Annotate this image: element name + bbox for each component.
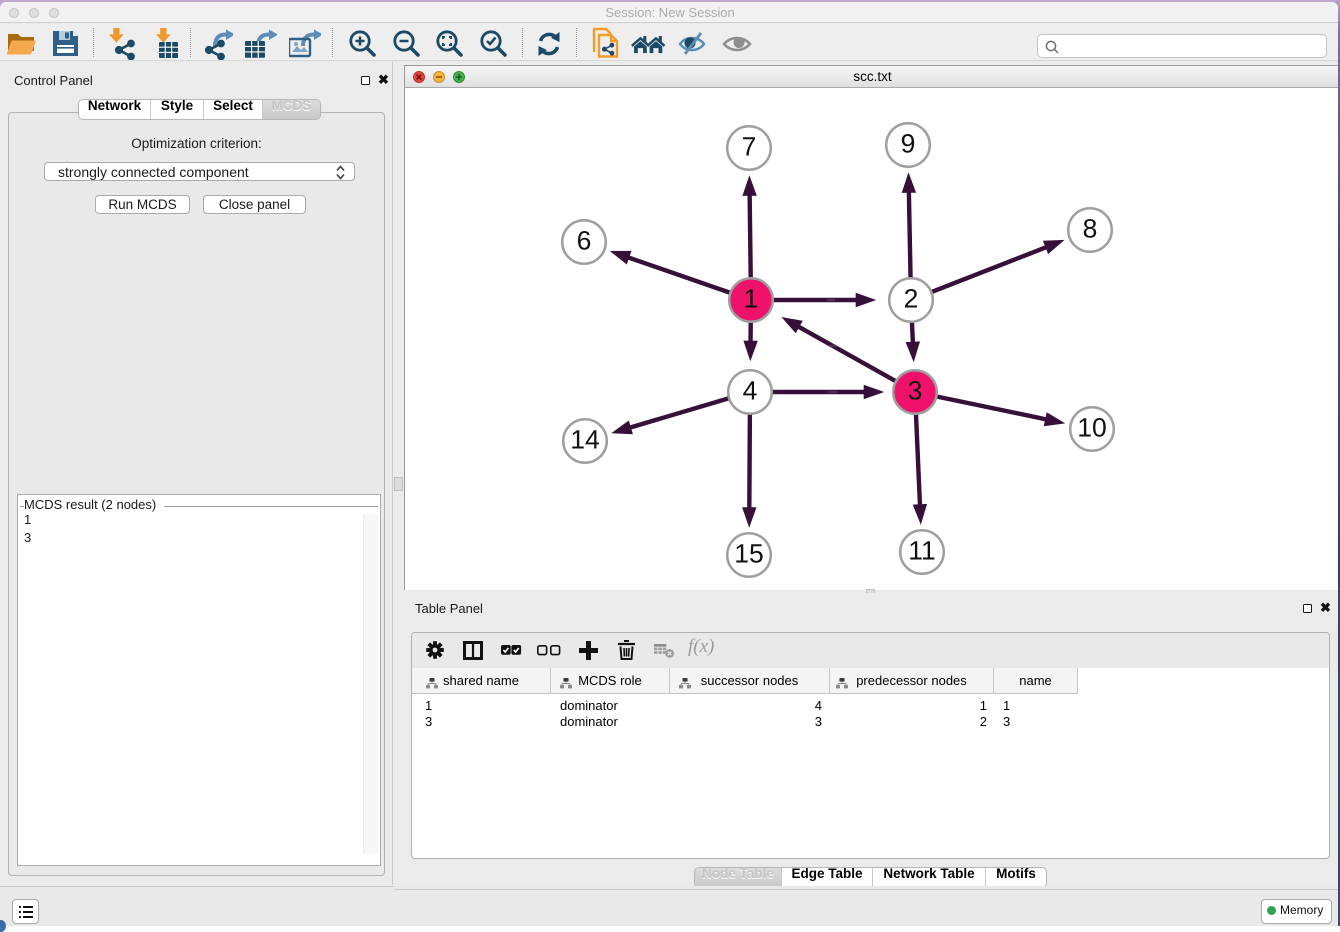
svg-text:11: 11 [908, 536, 936, 566]
svg-text:6: 6 [577, 226, 592, 256]
svg-text:10: 10 [1077, 413, 1106, 443]
svg-text:7: 7 [742, 132, 757, 162]
svg-text:1: 1 [744, 284, 759, 314]
svg-text:3: 3 [908, 376, 923, 406]
svg-text:8: 8 [1083, 214, 1098, 244]
svg-text:9: 9 [901, 129, 916, 159]
svg-text:15: 15 [734, 539, 763, 569]
svg-text:2: 2 [904, 284, 919, 314]
svg-text:4: 4 [743, 376, 758, 406]
svg-text:14: 14 [570, 425, 599, 455]
